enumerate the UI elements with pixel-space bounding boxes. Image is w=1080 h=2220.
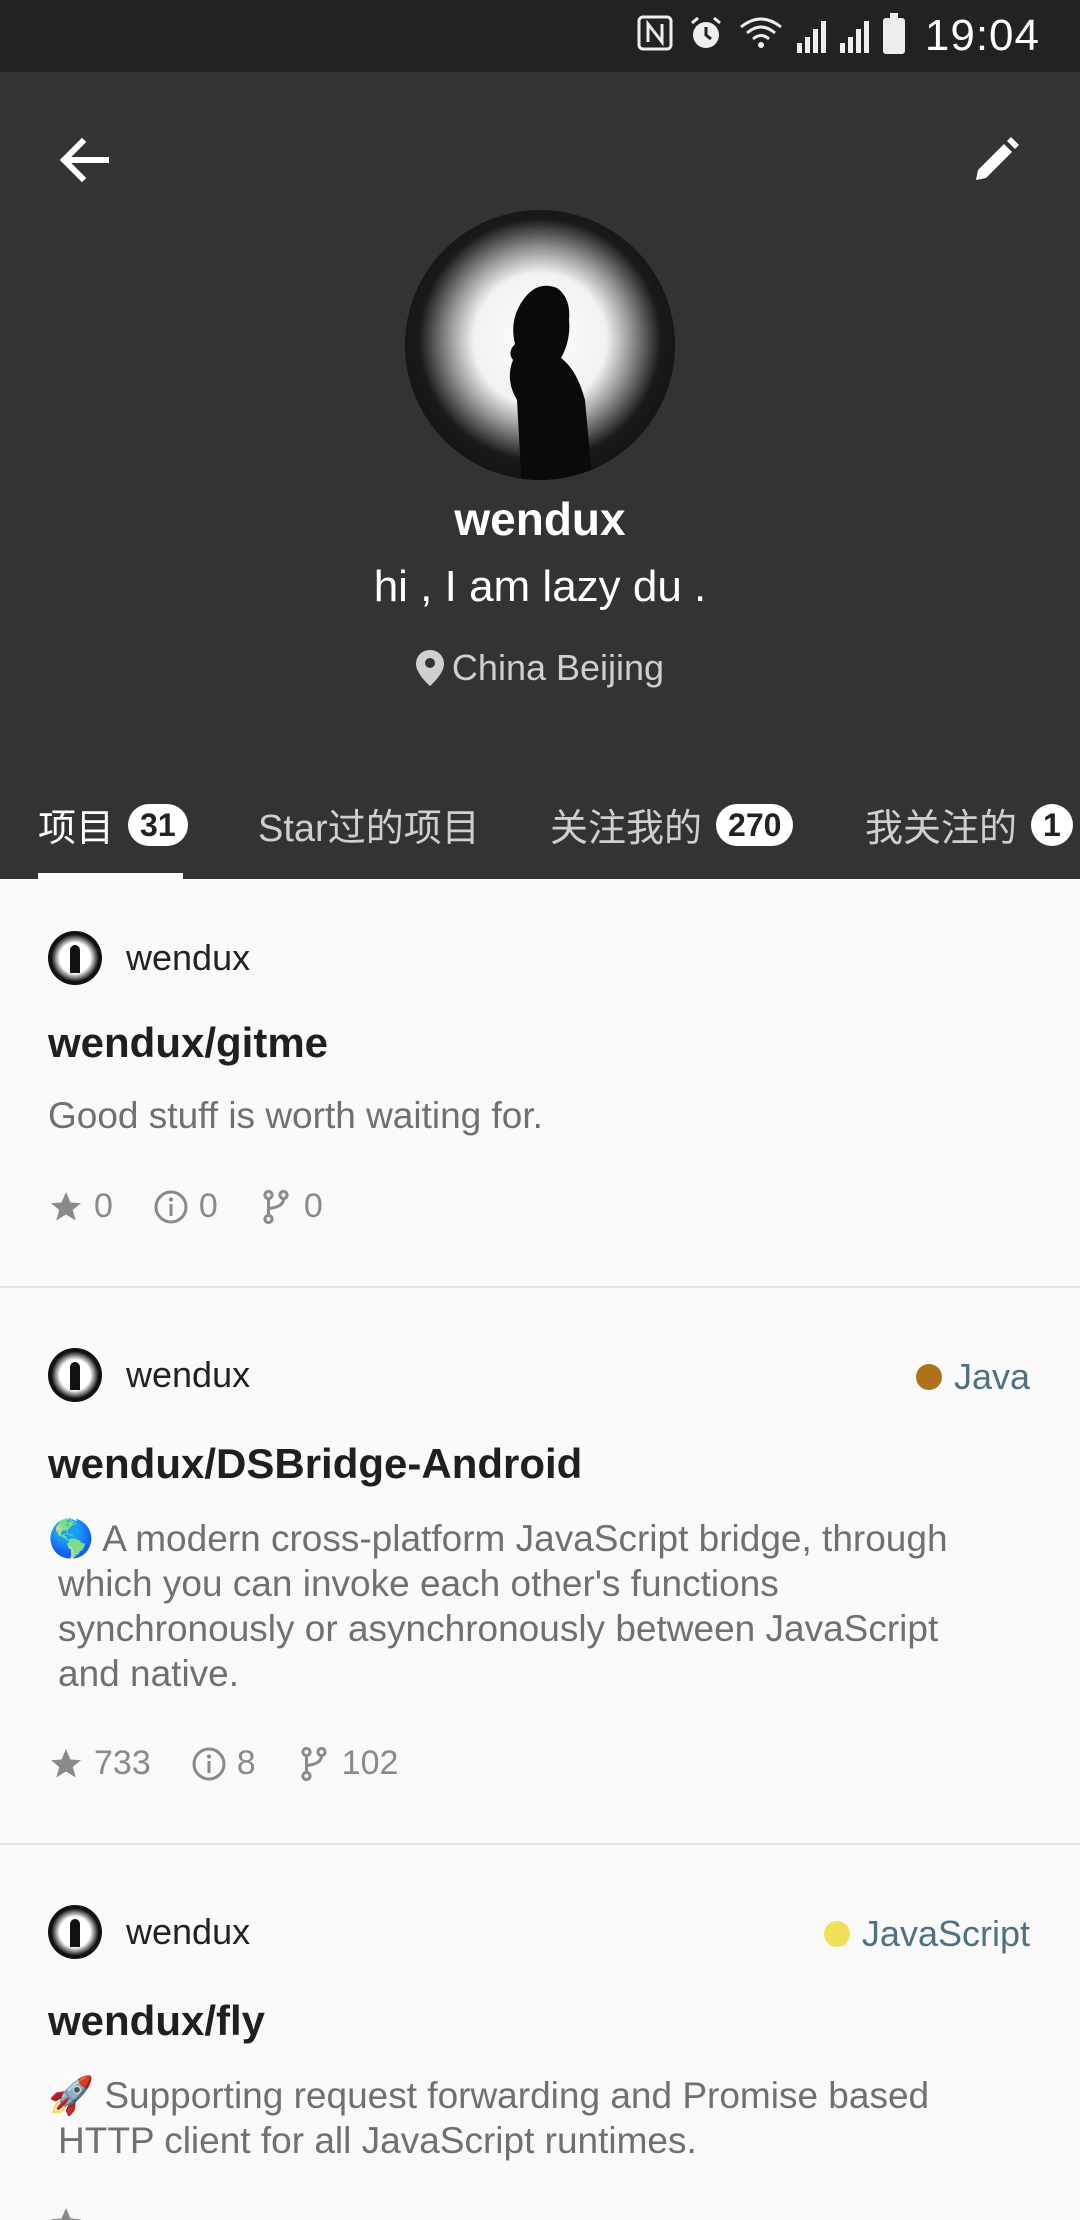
battery-icon bbox=[882, 13, 905, 54]
repo-stats: 0 0 0 bbox=[48, 1187, 323, 1226]
repo-card[interactable]: wendux Java wendux/DSBridge-Android 🌎 A … bbox=[0, 1288, 1080, 1845]
issues-stat: 8 bbox=[191, 1744, 256, 1783]
description-line: synchronously or asynchronously between … bbox=[58, 1608, 939, 1649]
count-badge: 31 bbox=[128, 803, 188, 846]
owner-row[interactable]: wendux bbox=[48, 1905, 250, 1959]
star-icon bbox=[51, 2208, 81, 2220]
fork-icon bbox=[301, 1746, 327, 1781]
nfc-icon bbox=[637, 15, 673, 57]
stars-stat: 0 bbox=[48, 1187, 113, 1226]
count-badge: 270 bbox=[716, 803, 794, 846]
repo-description: Good stuff is worth waiting for. bbox=[48, 1095, 543, 1136]
tab-label: Star过的项目 bbox=[258, 808, 480, 850]
back-button[interactable] bbox=[46, 122, 122, 198]
repo-description: 🚀 Supporting request forwarding and Prom… bbox=[48, 2073, 1038, 2163]
language-name: JavaScript bbox=[861, 1913, 1030, 1954]
stars-count: 0 bbox=[94, 1187, 113, 1225]
language-color-dot bbox=[915, 1364, 942, 1390]
tab-projects[interactable]: 项目 31 bbox=[38, 770, 188, 879]
arrow-back-icon bbox=[59, 137, 109, 183]
repo-stats bbox=[48, 2205, 84, 2220]
issue-icon bbox=[192, 1747, 226, 1780]
signal-icon-4g bbox=[839, 19, 869, 53]
issues-count: 8 bbox=[236, 1744, 256, 1782]
forks-stat: 102 bbox=[296, 1744, 399, 1783]
star-icon bbox=[51, 1191, 81, 1220]
stars-stat bbox=[48, 2205, 84, 2220]
description-line: 🚀 Supporting request forwarding and Prom… bbox=[48, 2075, 930, 2116]
owner-row[interactable]: wendux bbox=[48, 931, 250, 985]
description-line: which you can invoke each other's functi… bbox=[58, 1563, 779, 1604]
signal-icon-edge bbox=[796, 19, 826, 53]
forks-stat: 0 bbox=[258, 1187, 323, 1226]
repo-name: wendux/DSBridge-Android bbox=[48, 1440, 583, 1487]
tab-following[interactable]: 我关注的 1 bbox=[865, 770, 1073, 879]
repo-card[interactable]: wendux JavaScript wendux/fly 🚀 Supportin… bbox=[0, 1845, 1080, 2220]
repo-language: Java bbox=[915, 1356, 1030, 1398]
stars-count: 733 bbox=[94, 1744, 151, 1782]
stars-stat: 733 bbox=[48, 1744, 151, 1783]
location-text: China Beijing bbox=[451, 647, 665, 688]
repo-name: wendux/gitme bbox=[48, 1019, 329, 1066]
tab-label: 我关注的 bbox=[865, 808, 1018, 850]
owner-avatar bbox=[48, 1905, 102, 1959]
description-line: 🌎 A modern cross-platform JavaScript bri… bbox=[48, 1518, 948, 1559]
tab-label: 关注我的 bbox=[550, 808, 703, 850]
profile-header: wendux hi , I am lazy du . China Beijing… bbox=[0, 72, 1080, 879]
status-bar: 19:04 bbox=[0, 0, 1080, 72]
owner-row[interactable]: wendux bbox=[48, 1348, 250, 1402]
repo-description: 🌎 A modern cross-platform JavaScript bri… bbox=[48, 1516, 1038, 1696]
issue-icon bbox=[154, 1190, 188, 1223]
pencil-icon bbox=[976, 137, 1019, 180]
profile-avatar bbox=[405, 210, 675, 480]
language-name: Java bbox=[953, 1356, 1030, 1397]
repo-card[interactable]: wendux wendux/gitme Good stuff is worth … bbox=[0, 879, 1080, 1288]
owner-avatar bbox=[48, 931, 102, 985]
profile-username: wendux bbox=[454, 493, 626, 545]
issues-count: 0 bbox=[198, 1187, 218, 1225]
tab-followers[interactable]: 关注我的 270 bbox=[550, 770, 794, 879]
fork-icon bbox=[263, 1189, 289, 1224]
forks-count: 102 bbox=[341, 1744, 399, 1782]
wifi-icon bbox=[739, 15, 783, 57]
owner-avatar bbox=[48, 1348, 102, 1402]
profile-tabs: 项目 31 Star过的项目 关注我的 270 我关注的 1 bbox=[0, 770, 1080, 879]
owner-name: wendux bbox=[126, 937, 251, 978]
profile-bio: hi , I am lazy du . bbox=[373, 562, 707, 611]
tab-starred[interactable]: Star过的项目 bbox=[258, 770, 480, 879]
owner-name: wendux bbox=[126, 1354, 251, 1395]
star-icon bbox=[51, 1748, 81, 1777]
owner-name: wendux bbox=[126, 1911, 251, 1952]
status-time: 19:04 bbox=[924, 11, 1040, 60]
count-badge: 1 bbox=[1031, 803, 1073, 846]
forks-count: 0 bbox=[303, 1187, 323, 1225]
repo-language: JavaScript bbox=[823, 1913, 1030, 1955]
description-line: HTTP client for all JavaScript runtimes. bbox=[58, 2120, 697, 2161]
repo-stats: 733 8 102 bbox=[48, 1744, 398, 1783]
location-pin-icon bbox=[415, 650, 444, 686]
edit-button[interactable] bbox=[958, 122, 1034, 198]
repo-name: wendux/fly bbox=[48, 1997, 266, 2044]
language-color-dot bbox=[823, 1921, 850, 1947]
tab-label: 项目 bbox=[38, 808, 115, 850]
profile-location: China Beijing bbox=[0, 647, 1080, 689]
description-line: and native. bbox=[58, 1653, 240, 1694]
issues-stat: 0 bbox=[153, 1187, 218, 1226]
alarm-icon bbox=[687, 14, 725, 58]
